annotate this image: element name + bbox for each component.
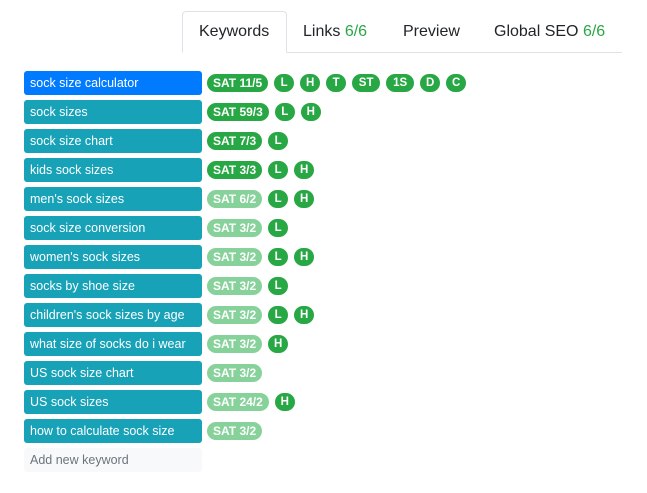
keyword-tags: SAT 59/3 L H bbox=[207, 103, 321, 121]
tab-bar: Keywords Links 6/6 Preview Global SEO 6/… bbox=[182, 11, 622, 53]
tab-preview-label: Preview bbox=[403, 23, 460, 40]
keyword-tags: SAT 3/2 L bbox=[207, 277, 289, 295]
tag-badge: C bbox=[446, 74, 467, 92]
tab-preview[interactable]: Preview bbox=[387, 11, 476, 52]
tag-badge: L bbox=[268, 132, 289, 150]
keyword-label[interactable]: how to calculate sock size bbox=[24, 419, 202, 443]
keyword-tags: SAT 3/2 L H bbox=[207, 248, 315, 266]
tab-keywords[interactable]: Keywords bbox=[182, 11, 287, 53]
keyword-tags: SAT 3/2 L H bbox=[207, 306, 315, 324]
tag-badge: H bbox=[294, 161, 315, 179]
keyword-label[interactable]: sock size chart bbox=[24, 129, 202, 153]
sat-badge: SAT 3/2 bbox=[207, 306, 263, 324]
keyword-tags: SAT 24/2 H bbox=[207, 393, 295, 411]
tag-badge: L bbox=[268, 190, 289, 208]
keyword-tags: SAT 3/2 H bbox=[207, 335, 289, 353]
sat-badge: SAT 24/2 bbox=[207, 393, 269, 411]
keyword-tags: SAT 6/2 L H bbox=[207, 190, 315, 208]
tag-badge: T bbox=[326, 74, 347, 92]
keyword-tags: SAT 3/2 bbox=[207, 422, 263, 440]
add-keyword-input[interactable] bbox=[24, 448, 202, 472]
sat-badge: SAT 59/3 bbox=[207, 103, 269, 121]
tag-badge: ST bbox=[352, 74, 381, 92]
sat-badge: SAT 3/2 bbox=[207, 364, 263, 382]
keyword-label[interactable]: US sock size chart bbox=[24, 361, 202, 385]
sat-badge: SAT 3/2 bbox=[207, 219, 263, 237]
keyword-tags: SAT 3/2 bbox=[207, 364, 263, 382]
keyword-tags: SAT 3/2 L bbox=[207, 219, 289, 237]
keyword-label[interactable]: socks by shoe size bbox=[24, 274, 202, 298]
tag-badge: 1S bbox=[386, 74, 415, 92]
tag-badge: H bbox=[274, 393, 295, 411]
tag-badge: H bbox=[268, 335, 289, 353]
sat-badge: SAT 3/2 bbox=[207, 277, 263, 295]
tag-badge: L bbox=[268, 306, 289, 324]
tab-links-label: Links bbox=[303, 23, 341, 40]
keyword-label[interactable]: sock size calculator bbox=[24, 71, 202, 95]
sat-badge: SAT 6/2 bbox=[207, 190, 263, 208]
sat-badge: SAT 3/3 bbox=[207, 161, 263, 179]
sat-badge: SAT 3/2 bbox=[207, 335, 263, 353]
keyword-label[interactable]: US sock sizes bbox=[24, 390, 202, 414]
tab-global-seo[interactable]: Global SEO 6/6 bbox=[478, 11, 621, 52]
tag-badge: H bbox=[300, 103, 321, 121]
tag-badge: H bbox=[294, 190, 315, 208]
keyword-label[interactable]: sock size conversion bbox=[24, 216, 202, 240]
tag-badge: D bbox=[420, 74, 441, 92]
tag-badge: H bbox=[300, 74, 321, 92]
keyword-label[interactable]: men's sock sizes bbox=[24, 187, 202, 211]
tab-links[interactable]: Links 6/6 bbox=[287, 11, 383, 52]
sat-badge: SAT 7/3 bbox=[207, 132, 263, 150]
keyword-label[interactable]: sock sizes bbox=[24, 100, 202, 124]
tab-links-count: 6/6 bbox=[344, 23, 368, 40]
tag-badge: L bbox=[274, 103, 295, 121]
keyword-label[interactable]: what size of socks do i wear bbox=[24, 332, 202, 356]
sat-badge: SAT 11/5 bbox=[207, 74, 269, 92]
tag-badge: H bbox=[294, 248, 315, 266]
keyword-label[interactable]: women's sock sizes bbox=[24, 245, 202, 269]
tag-badge: L bbox=[268, 161, 289, 179]
sat-badge: SAT 3/2 bbox=[207, 248, 263, 266]
tab-global-seo-count: 6/6 bbox=[582, 23, 606, 40]
tab-keywords-label: Keywords bbox=[199, 23, 270, 40]
tab-global-seo-label: Global SEO bbox=[494, 23, 579, 40]
keyword-label[interactable]: kids sock sizes bbox=[24, 158, 202, 182]
keyword-label[interactable]: children's sock sizes by age bbox=[24, 303, 202, 327]
tag-badge: L bbox=[274, 74, 295, 92]
keyword-tags: SAT 3/3 L H bbox=[207, 161, 315, 179]
keyword-tags: SAT 11/5 L H T ST 1S D C bbox=[207, 74, 467, 92]
tag-badge: L bbox=[268, 277, 289, 295]
keyword-tags: SAT 7/3 L bbox=[207, 132, 289, 150]
tag-badge: H bbox=[294, 306, 315, 324]
tag-badge: L bbox=[268, 219, 289, 237]
tag-badge: L bbox=[268, 248, 289, 266]
sat-badge: SAT 3/2 bbox=[207, 422, 263, 440]
